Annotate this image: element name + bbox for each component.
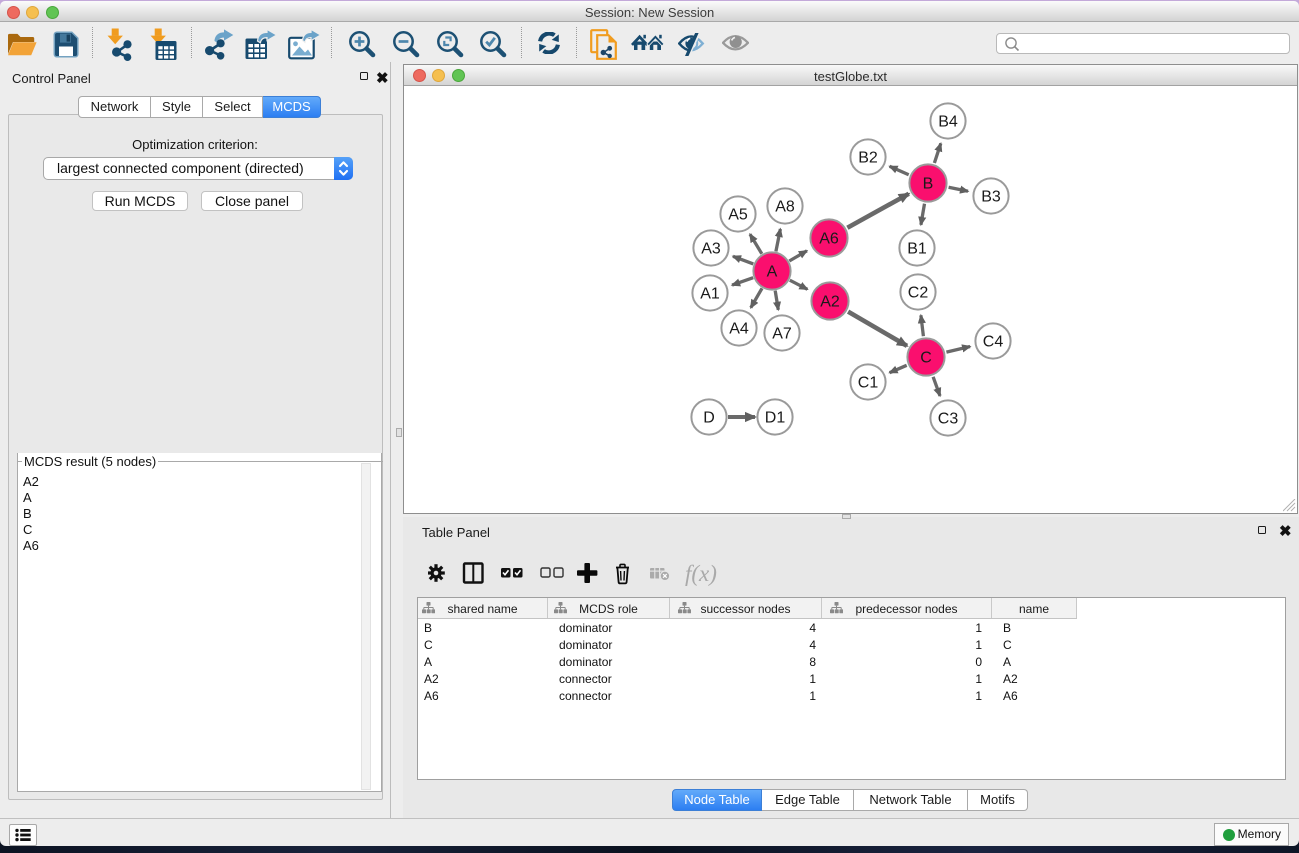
svg-text:C1: C1	[858, 375, 879, 392]
svg-text:A7: A7	[772, 326, 792, 343]
svg-text:D: D	[703, 410, 715, 427]
svg-text:D1: D1	[765, 410, 786, 427]
svg-text:B4: B4	[938, 114, 958, 131]
svg-text:B: B	[923, 176, 934, 193]
svg-text:C4: C4	[983, 334, 1004, 351]
svg-text:A5: A5	[728, 207, 748, 224]
svg-text:C2: C2	[908, 285, 929, 302]
svg-text:A: A	[767, 264, 778, 281]
svg-text:A1: A1	[700, 286, 720, 303]
svg-text:B1: B1	[907, 241, 927, 258]
svg-text:A2: A2	[820, 294, 840, 311]
svg-text:B3: B3	[981, 189, 1001, 206]
svg-text:A6: A6	[819, 231, 839, 248]
svg-text:A3: A3	[701, 241, 721, 258]
svg-text:C: C	[920, 350, 932, 367]
svg-text:A4: A4	[729, 321, 749, 338]
svg-text:A8: A8	[775, 199, 795, 216]
svg-text:C3: C3	[938, 411, 959, 428]
svg-text:f(x): f(x)	[685, 561, 717, 586]
svg-text:B2: B2	[858, 150, 878, 167]
